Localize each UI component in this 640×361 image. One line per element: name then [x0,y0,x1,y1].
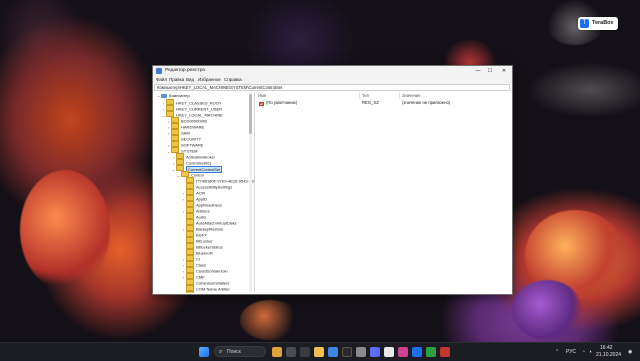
value-type-cell: REG_SZ [362,100,379,105]
registry-editor-icon [156,68,162,74]
app-icon[interactable] [384,347,394,357]
tray-chevron-icon[interactable]: ⌃ [555,349,559,355]
column-header-value[interactable]: Значение [400,92,510,99]
app-icon[interactable] [370,347,380,357]
clock-time[interactable]: 16:42 [600,345,613,351]
wallpaper-blob [240,300,300,340]
values-pane: Имя Тип Значение ab (По умолчанию) REG_SZ… [256,92,511,293]
taskbar-search[interactable]: ⌕ Поиск [214,346,266,357]
wallpaper-blob [20,170,110,290]
title-bar[interactable]: Редактор реестра — ☐ ✕ [153,66,512,76]
menu-file[interactable]: Файл [156,77,167,83]
app-icon[interactable] [426,347,436,357]
menu-edit[interactable]: Правка [169,77,184,83]
network-icon[interactable]: ◔ [582,349,585,355]
menu-view[interactable]: Вид [186,77,194,83]
computer-icon [161,93,167,98]
tree-scrollbar-thumb[interactable] [249,94,252,134]
wallpaper-blob [512,280,582,340]
app-icon[interactable] [356,347,366,357]
close-button[interactable]: ✕ [498,66,510,76]
start-windows-icon[interactable] [199,347,209,357]
task-view-icon[interactable] [286,347,296,357]
file-explorer-icon[interactable] [314,347,324,357]
tree-node-label: CommonGlobUserSettings [196,293,244,294]
window-title: Редактор реестра [165,68,205,73]
menu-favorites[interactable]: Избранное [198,77,221,83]
app-icon[interactable] [412,347,422,357]
taskbar: ⌕ Поиск ⌃ РУС ◔ ◖ 16:42 21.10.2024 ◉ [0,342,640,361]
language-indicator[interactable]: РУС [566,349,576,355]
menu-help[interactable]: Справка [224,77,242,83]
app-icon[interactable] [300,347,310,357]
widgets-icon[interactable] [272,347,282,357]
value-data-cell: (значение не присвоено) [402,100,451,105]
string-value-icon: ab [259,101,264,106]
store-icon[interactable] [328,347,338,357]
tree-node-label: Компьютер [169,93,190,98]
tree-scrollbar[interactable] [249,92,252,292]
clock-date[interactable]: 21.10.2024 [596,352,621,358]
app-icon[interactable] [440,347,450,357]
search-icon: ⌕ [219,349,223,355]
app-icon[interactable] [342,347,352,357]
address-bar[interactable]: Компьютер\HKEY_LOCAL_MACHINE\SYSTEM\Curr… [154,84,510,91]
maximize-button[interactable]: ☐ [484,66,496,76]
terabox-logo: T [580,19,589,28]
column-header-name[interactable]: Имя [256,92,360,99]
tree-node[interactable]: CommonGlobUserSettings [181,291,244,293]
terabox-label: TeraBox [592,20,614,26]
notification-bell-icon[interactable]: ◉ [628,349,632,355]
value-row[interactable]: ab (По умолчанию) REG_SZ (значение не при… [256,100,511,106]
registry-editor-window: Редактор реестра — ☐ ✕ Файл Правка Вид И… [152,65,513,295]
menu-bar: Файл Правка Вид Избранное Справка [153,76,512,84]
registry-tree[interactable]: ⌄ Компьютер › HKEY_CLASSES_ROOT › HKEY_CURREN… [154,92,255,293]
terabox-widget[interactable]: T TeraBox [578,17,618,30]
minimize-button[interactable]: — [472,66,484,76]
folder-icon [186,291,194,293]
column-header-type[interactable]: Тип [360,92,400,99]
volume-icon[interactable]: ◖ [589,349,592,355]
value-name-cell: ab (По умолчанию) [259,100,298,106]
app-icon[interactable] [398,347,408,357]
search-placeholder: Поиск [227,349,241,355]
